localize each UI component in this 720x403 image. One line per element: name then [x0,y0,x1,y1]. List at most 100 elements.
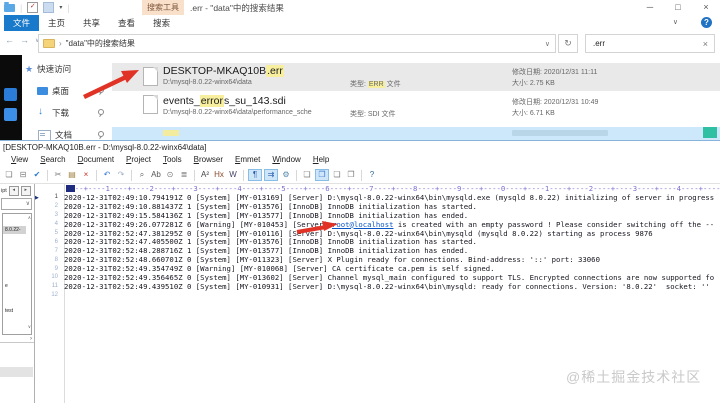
explorer-window: | ✓ ▾ | 搜索工具 .err - "data"中的搜索结果 ─ □ × 文… [0,0,720,140]
ribbon-tab-view[interactable]: 查看 [109,15,144,31]
log-line[interactable]: 8 2020-12-31T02:52:48.660701Z 0 [System] … [34,255,720,264]
settings-gear-icon[interactable]: ⚙ [280,169,292,181]
redo-icon[interactable]: ↷ [115,169,127,181]
qat-dropdown-icon[interactable]: ▾ [59,4,62,11]
log-line[interactable]: 3 2020-12-31T02:49:15.584136Z 1 [System] … [34,211,720,220]
background-window-strip [0,55,22,140]
log-line[interactable]: 12 [34,291,720,300]
wrap-by-window-icon[interactable]: ¶ [248,169,262,181]
cut-icon[interactable]: ✂ [52,169,64,181]
log-line[interactable]: 11 2020-12-31T02:52:49.439510Z 0 [System]… [34,282,720,291]
menu-tools[interactable]: Tools [157,153,188,167]
log-line-text: 2020-12-31T02:52:49.356465Z 0 [System] [… [64,272,715,282]
log-line[interactable]: 10 2020-12-31T02:52:49.356465Z 0 [System]… [34,273,720,282]
log-line[interactable]: 1 2020-12-31T02:49:10.794191Z 0 [System] … [34,193,720,202]
root-localhost-link[interactable]: root@localhost [332,220,394,229]
maximize-button[interactable]: □ [664,0,692,14]
print-icon[interactable]: ⊟ [17,169,29,181]
menu-project[interactable]: Project [120,153,157,167]
pin-icon [96,87,104,95]
find-icon[interactable]: ⌕ [136,169,148,181]
new-folder-icon[interactable] [43,2,55,13]
clear-search-icon[interactable]: × [703,39,708,49]
taskbar-app-icon[interactable] [4,88,17,101]
forward-icon[interactable]: → [20,35,29,45]
spell-check-icon[interactable]: ✔ [31,169,43,181]
scroll-up-icon[interactable]: ∧ [28,215,31,221]
window-split-1-icon[interactable]: ❏ [301,169,313,181]
menu-window[interactable]: Window [266,153,306,167]
hex-view-icon[interactable]: Hx [213,169,225,181]
menu-help[interactable]: Help [307,153,335,167]
menu-view[interactable]: View [5,153,34,167]
context-help-icon[interactable]: ? [366,169,378,181]
taskbar-app-icon[interactable] [4,108,17,121]
panel-next-icon[interactable]: ▸ [20,185,31,196]
panel-prev-icon[interactable]: ◂ [8,185,19,196]
file-row-partial[interactable] [112,127,720,140]
blurred-text [512,130,608,136]
menu-search[interactable]: Search [34,153,71,167]
ribbon-tab-share[interactable]: 共享 [74,15,109,31]
close-button[interactable]: × [692,0,720,14]
line-number: 4 [54,221,58,228]
minimize-button[interactable]: ─ [636,0,664,14]
window-split-3-icon[interactable]: ❏ [331,169,343,181]
refresh-icon[interactable]: ↻ [558,34,578,53]
new-file-icon[interactable]: ❏ [3,169,15,181]
help-icon[interactable]: ? [701,17,712,28]
panel-combo-box[interactable]: ∨ [1,198,32,210]
window-split-4-icon[interactable]: ❐ [345,169,357,181]
log-line[interactable]: 2 2020-12-31T02:49:10.881437Z 1 [System] … [34,202,720,211]
search-highlight [163,130,179,136]
panel-list-box[interactable]: ∧ ∨ 8.0.22- e test [2,213,32,335]
log-line[interactable]: 5 2020-12-31T02:52:47.381295Z 0 [System] … [34,229,720,238]
teal-badge [703,127,717,138]
search-tools-context-tab[interactable]: 搜索工具 [142,0,184,15]
goto-icon[interactable]: ⊙ [164,169,176,181]
menu-emmet[interactable]: Emmet [229,153,266,167]
address-dropdown-icon[interactable]: ∨ [545,40,550,48]
log-line-text: 2020-12-31T02:49:26.077281Z 6 [Warning] … [64,219,715,229]
log-line[interactable]: 4 2020-12-31T02:49:26.077281Z 6 [Warning]… [34,220,720,229]
file-row[interactable]: events_errors_su_143.sdi D:\mysql-8.0.22-… [112,91,720,122]
sidebar-item-desktop[interactable]: 桌面 [22,83,110,99]
editor-side-panel: ipt ◂ ▸ ∨ ∧ ∨ 8.0.22- e test › [0,184,35,403]
panel-list-item[interactable]: 8.0.22- [3,226,26,234]
panel-list-item[interactable]: e [3,282,26,290]
search-input[interactable]: .err × [585,34,715,53]
ribbon-tab-file[interactable]: 文件 [4,15,40,31]
delete-icon[interactable]: × [80,169,92,181]
paste-icon[interactable]: ▤ [66,169,78,181]
log-line[interactable]: 6 2020-12-31T02:52:47.405500Z 1 [System] … [34,237,720,246]
address-bar[interactable]: › "data"中的搜索结果 ∨ [38,34,556,53]
log-line[interactable]: 9 2020-12-31T02:52:49.354749Z 0 [Warning]… [34,264,720,273]
properties-icon[interactable]: ✓ [27,2,39,13]
ribbon-collapse-icon[interactable]: ∨ [673,18,678,26]
menu-document[interactable]: Document [72,153,120,167]
file-modified-date: 修改日期: 2020/12/31 10:49 [512,99,599,106]
log-line-text: 2020-12-31T02:52:48.288716Z 1 [System] [… [64,246,469,256]
outline-icon[interactable]: ≣ [178,169,190,181]
breadcrumb[interactable]: "data"中的搜索结果 [66,38,135,49]
log-line[interactable]: 7 2020-12-31T02:52:48.288716Z 1 [System] … [34,246,720,255]
toolbar-separator [194,169,195,181]
word-count-icon[interactable]: W [227,169,239,181]
window-split-2-icon[interactable]: ❐ [315,169,329,181]
undo-icon[interactable]: ↶ [101,169,113,181]
replace-icon[interactable]: Ab [150,169,162,181]
uppercase-icon[interactable]: A² [199,169,211,181]
panel-list-item[interactable]: test [3,307,26,315]
ribbon-tab-home[interactable]: 主页 [39,15,74,31]
file-row[interactable]: DESKTOP-MKAQ10B.err D:\mysql-8.0.22-winx6… [112,63,720,91]
menu-browser[interactable]: Browser [188,153,229,167]
editor-title: [DESKTOP-MKAQ10B.err - D:\mysql-8.0.22-w… [3,143,207,152]
sidebar-item-quick-access[interactable]: ★ 快速访问 [22,63,71,75]
sidebar-item-downloads[interactable]: 下载 [22,105,110,121]
scroll-down-icon[interactable]: ∨ [28,324,31,330]
back-icon[interactable]: ← [5,35,14,45]
ribbon-tab-search[interactable]: 搜索 [144,15,179,31]
quick-access-label: 快速访问 [37,64,72,74]
sidebar-item-documents[interactable]: 文档 [22,127,110,140]
wrap-by-chars-icon[interactable]: ⇉ [264,169,278,181]
